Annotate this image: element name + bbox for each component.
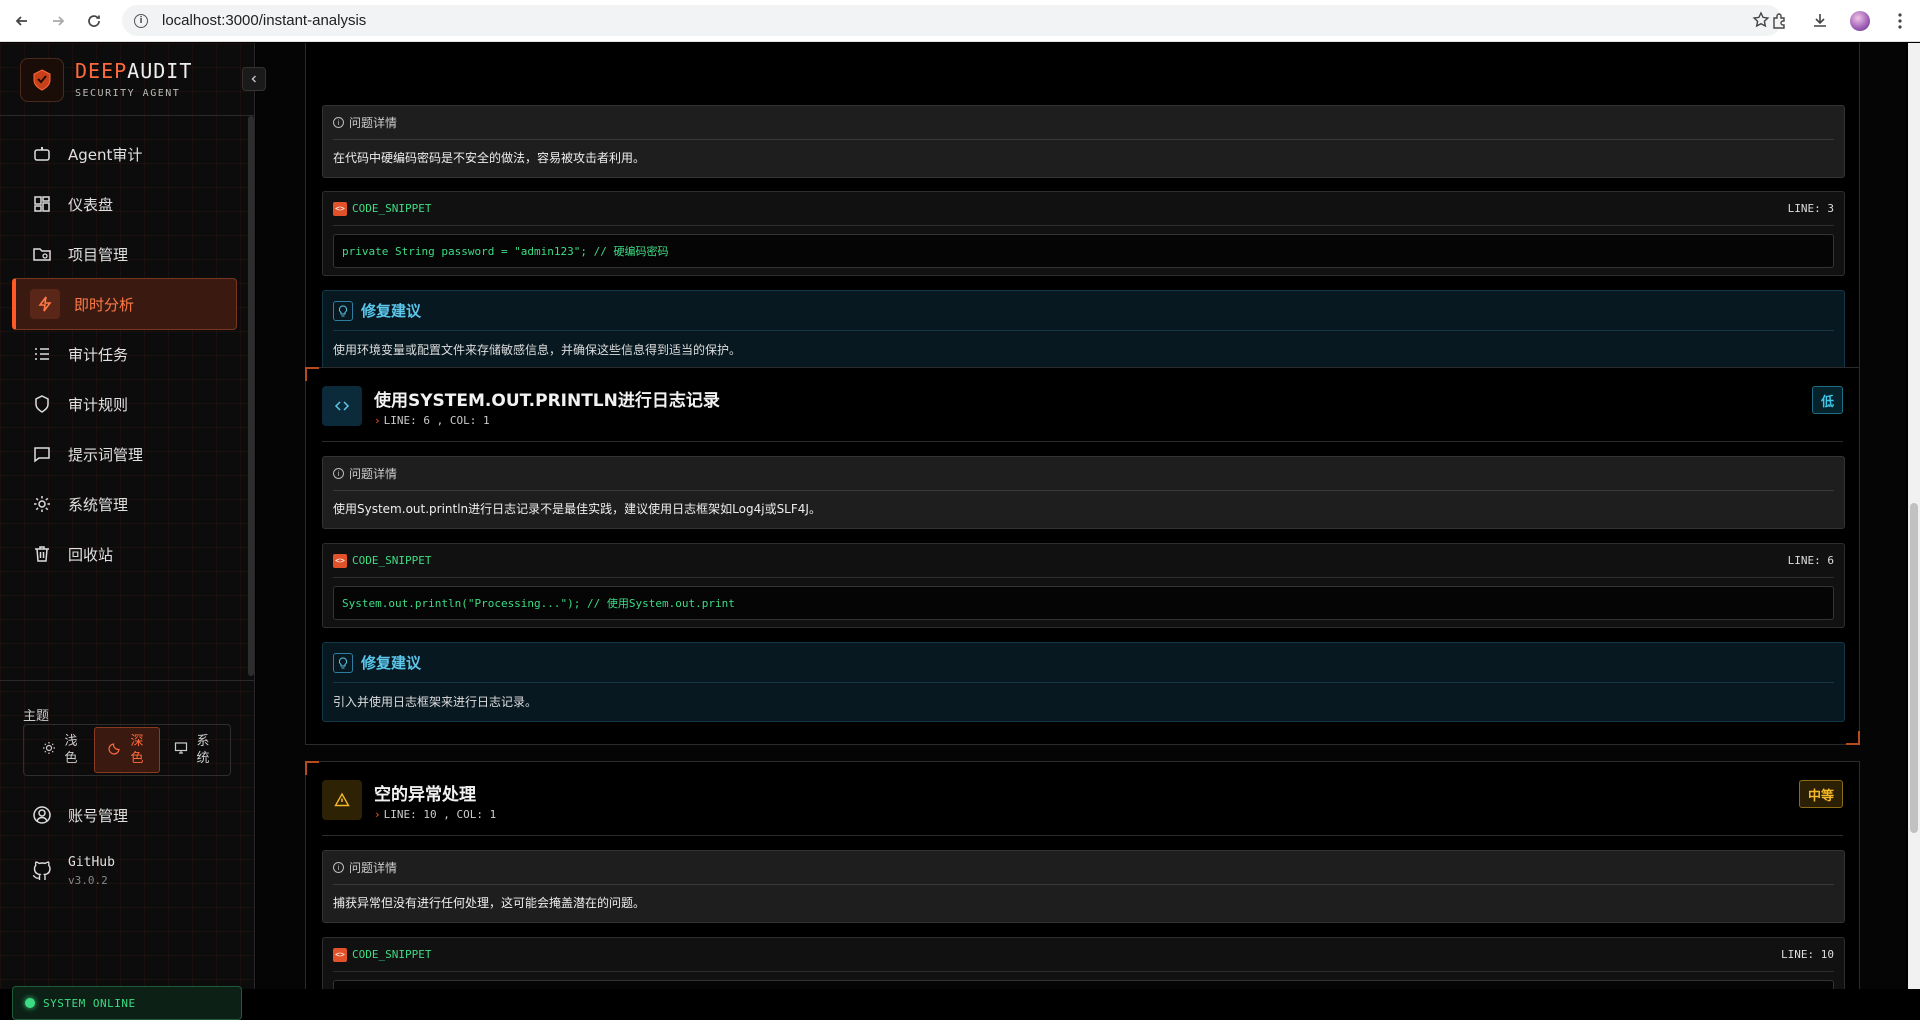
sidebar-scrollbar[interactable] xyxy=(248,116,254,676)
sidebar-item-trash[interactable]: 回收站 xyxy=(12,528,237,580)
user-circle-icon xyxy=(30,805,54,825)
trash-icon xyxy=(30,542,54,566)
theme-option-system[interactable]: 系统 xyxy=(160,727,226,773)
dashboard-icon xyxy=(30,192,54,216)
severity-badge: 低 xyxy=(1811,386,1843,414)
sidebar-item-projects[interactable]: 项目管理 xyxy=(12,228,237,280)
code-snippet xyxy=(333,980,1834,989)
github-link[interactable]: GitHub v3.0.2 xyxy=(12,845,237,897)
logo-icon xyxy=(20,58,64,102)
sidebar-item-audit-tasks[interactable]: 审计任务 xyxy=(12,328,237,380)
sidebar-item-system[interactable]: 系统管理 xyxy=(12,478,237,530)
browser-toolbar: i localhost:3000/instant-analysis xyxy=(0,0,1920,42)
code-snippet-box: <> CODE_SNIPPET LINE: 10 xyxy=(322,937,1845,989)
sidebar-item-audit-rules[interactable]: 审计规则 xyxy=(12,378,237,430)
issue-header: 空的异常处理 › LINE: 10 , COL: 1 中等 xyxy=(322,762,1843,836)
issue-location: › LINE: 6 , COL: 1 xyxy=(374,414,490,427)
page-scrollbar[interactable] xyxy=(1908,43,1920,989)
folder-icon xyxy=(30,242,54,266)
theme-option-light[interactable]: 浅色 xyxy=(28,727,94,773)
warning-icon xyxy=(322,780,362,820)
code-snippet-box: <> CODE_SNIPPET LINE: 3 private String pa… xyxy=(322,191,1845,276)
issue-card-2: 使用SYSTEM.OUT.PRINTLN进行日志记录 › LINE: 6 , CO… xyxy=(305,367,1860,745)
download-icon[interactable] xyxy=(1800,0,1840,42)
system-status: SYSTEM ONLINE xyxy=(12,986,242,1020)
back-icon[interactable] xyxy=(8,7,36,35)
forward-icon[interactable] xyxy=(44,7,72,35)
profile-avatar[interactable] xyxy=(1840,0,1880,42)
code-snippet: System.out.println("Processing..."); // … xyxy=(333,586,1834,620)
code-icon: <> xyxy=(333,553,347,568)
issue-card-1: i 问题详情 在代码中硬编码密码是不安全的做法，容易被攻击者利用。 <> CODE_… xyxy=(305,43,1860,393)
code-snippet: private String password = "admin123"; //… xyxy=(333,234,1834,268)
issue-location: › LINE: 10 , COL: 1 xyxy=(374,808,497,821)
chevron-left-icon xyxy=(251,75,257,83)
shield-icon xyxy=(30,392,54,416)
code-snippet-box: <> CODE_SNIPPET LINE: 6 System.out.printl… xyxy=(322,543,1845,628)
code-icon: <> xyxy=(333,201,347,216)
bot-icon xyxy=(30,142,54,166)
issue-detail-box: i 问题详情 使用System.out.println进行日志记录不是最佳实践，建… xyxy=(322,456,1845,529)
account-management-link[interactable]: 账号管理 xyxy=(12,791,237,839)
issue-header: 使用SYSTEM.OUT.PRINTLN进行日志记录 › LINE: 6 , CO… xyxy=(322,368,1843,442)
sidebar-item-prompts[interactable]: 提示词管理 xyxy=(12,428,237,480)
page-scrollbar-thumb[interactable] xyxy=(1910,503,1918,833)
url-text: localhost:3000/instant-analysis xyxy=(162,12,367,29)
theme-label: 主题 xyxy=(23,709,50,724)
info-icon: i xyxy=(333,468,344,479)
site-info-icon[interactable]: i xyxy=(134,13,148,28)
sidebar-item-instant-analysis[interactable]: 即时分析 xyxy=(12,278,237,330)
issue-detail-box: i 问题详情 捕获异常但没有进行任何处理，这可能会掩盖潜在的问题。 xyxy=(322,850,1845,923)
fix-suggestion-box: 修复建议 引入并使用日志框架来进行日志记录。 xyxy=(322,642,1845,722)
theme-switcher: 浅色 深色 系统 xyxy=(23,724,231,776)
fix-suggestion-box: 修复建议 使用环境变量或配置文件来存储敏感信息，并确保这些信息得到适当的保护。 xyxy=(322,290,1845,371)
extensions-icon[interactable] xyxy=(1760,0,1800,42)
sidebar-item-agent-audit[interactable]: Agent审计 xyxy=(12,128,237,180)
brand-title: DEEPAUDIT xyxy=(75,59,193,83)
issue-title: 空的异常处理 xyxy=(374,785,476,805)
info-icon: i xyxy=(333,117,344,128)
brand-header: DEEPAUDIT SECURITY AGENT xyxy=(0,43,254,116)
sidebar-bottom: 主题 浅色 深色 系统 账号管理 GitHub v3.0.2 SYSTEM ON… xyxy=(0,680,255,1020)
reload-icon[interactable] xyxy=(80,7,108,35)
severity-badge: 中等 xyxy=(1798,780,1843,808)
message-icon xyxy=(30,442,54,466)
monitor-icon xyxy=(174,741,188,759)
lightbulb-icon xyxy=(333,652,353,673)
github-icon xyxy=(30,861,54,881)
brand-subtitle: SECURITY AGENT xyxy=(75,88,181,99)
address-bar[interactable]: i localhost:3000/instant-analysis xyxy=(122,5,1782,36)
code-icon: <> xyxy=(333,947,347,962)
info-icon: i xyxy=(333,862,344,873)
lightning-icon xyxy=(30,289,60,319)
issue-title: 使用SYSTEM.OUT.PRINTLN进行日志记录 xyxy=(374,391,720,411)
sidebar-item-dashboard[interactable]: 仪表盘 xyxy=(12,178,237,230)
main-content: i 问题详情 在代码中硬编码密码是不安全的做法，容易被攻击者利用。 <> CODE_… xyxy=(256,43,1906,989)
lightbulb-icon xyxy=(333,300,353,321)
sun-icon xyxy=(42,741,56,759)
sidebar: DEEPAUDIT SECURITY AGENT Agent审计 仪表盘 项目管… xyxy=(0,43,266,1020)
code-brackets-icon xyxy=(322,386,362,426)
menu-dots-icon[interactable] xyxy=(1880,0,1920,42)
sidebar-nav: Agent审计 仪表盘 项目管理 即时分析 审计任务 审计规则 提示词管理 系统… xyxy=(0,123,250,723)
task-list-icon xyxy=(30,342,54,366)
theme-option-dark[interactable]: 深色 xyxy=(94,727,160,773)
status-dot-icon xyxy=(25,998,35,1008)
issue-card-3: 空的异常处理 › LINE: 10 , COL: 1 中等 i 问题详情 捕获异常但… xyxy=(305,761,1860,989)
sidebar-collapse-button[interactable] xyxy=(242,67,266,91)
issue-detail-box: i 问题详情 在代码中硬编码密码是不安全的做法，容易被攻击者利用。 xyxy=(322,105,1845,178)
moon-icon xyxy=(108,741,122,759)
gear-icon xyxy=(30,492,54,516)
